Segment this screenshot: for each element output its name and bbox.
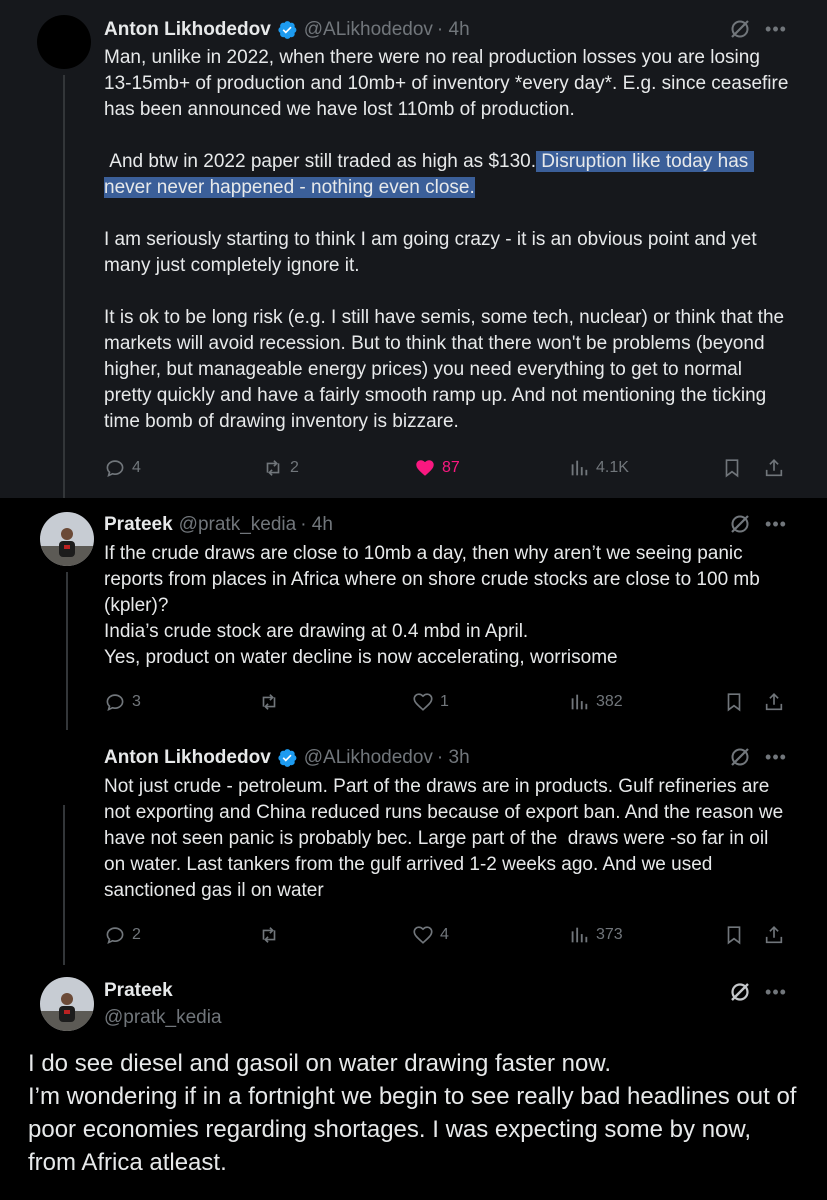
verified-badge-icon xyxy=(278,21,297,39)
reply-count: 2 xyxy=(132,926,141,943)
like-count: 1 xyxy=(440,693,449,710)
heart-icon xyxy=(416,460,434,476)
bookmark-button[interactable] xyxy=(721,454,743,482)
share-icon xyxy=(765,693,783,711)
tweet-header: Anton Likhodedov @ALikhodedov · 3h ••• xyxy=(104,746,787,770)
reply-icon xyxy=(106,460,124,477)
views-icon xyxy=(571,927,588,943)
more-icon[interactable]: ••• xyxy=(765,513,787,535)
bookmark-icon xyxy=(727,693,741,712)
share-button[interactable] xyxy=(763,454,785,482)
like-button[interactable]: 1 xyxy=(412,688,449,716)
avatar[interactable] xyxy=(37,745,91,799)
main-author-handle[interactable]: @pratk_kedia xyxy=(104,1006,222,1030)
share-button[interactable] xyxy=(763,921,785,949)
thread-line xyxy=(66,572,68,730)
timestamp[interactable]: · 3h xyxy=(437,746,470,770)
reply-icon xyxy=(106,694,124,711)
tweet-text: Not just crude - petroleum. Part of the … xyxy=(104,776,789,901)
bookmark-icon xyxy=(725,459,739,478)
more-icon[interactable]: ••• xyxy=(765,18,787,40)
repost-icon xyxy=(262,927,276,943)
like-count: 4 xyxy=(440,926,449,943)
reply-count: 3 xyxy=(132,693,141,710)
views-count: 4.1K xyxy=(596,459,629,476)
like-count: 87 xyxy=(442,459,460,476)
avatar[interactable] xyxy=(40,977,94,1031)
main-tweet-text: I do see diesel and gasoil on water draw… xyxy=(28,1050,797,1176)
like-button[interactable]: 87 xyxy=(414,454,460,482)
tweet-header: Prateek @pratk_kedia · 4h ••• xyxy=(104,513,787,537)
author-name[interactable]: Prateek xyxy=(104,513,173,537)
grok-icon[interactable] xyxy=(729,981,751,1003)
tweet-text: If the crude draws are close to 10mb a d… xyxy=(104,543,760,668)
share-button[interactable] xyxy=(763,688,785,716)
repost-icon xyxy=(266,460,280,476)
repost-button[interactable] xyxy=(258,688,280,716)
author-handle[interactable]: @pratk_kedia xyxy=(179,513,297,537)
action-bar: 4 2 87 4.1K xyxy=(104,454,787,482)
author-name[interactable]: Anton Likhodedov xyxy=(104,18,271,42)
thread-line xyxy=(63,75,65,498)
tweet-header: Anton Likhodedov @ALikhodedov · 4h ••• xyxy=(104,18,787,42)
timestamp[interactable]: · 4h xyxy=(300,513,333,537)
tweet-anton-1[interactable]: Anton Likhodedov @ALikhodedov · 4h ••• M… xyxy=(0,0,827,498)
views-button[interactable]: 382 xyxy=(568,688,623,716)
bookmark-button[interactable] xyxy=(723,688,745,716)
reply-count: 4 xyxy=(132,459,141,476)
grok-icon[interactable] xyxy=(729,18,751,40)
more-icon[interactable]: ••• xyxy=(765,981,787,1003)
reply-button[interactable]: 3 xyxy=(104,688,141,716)
verified-badge-icon xyxy=(278,749,297,767)
reply-button[interactable]: 2 xyxy=(104,921,141,949)
tweet-prateek-1[interactable]: Prateek @pratk_kedia · 4h ••• If the cru… xyxy=(0,498,827,730)
author-name[interactable]: Anton Likhodedov xyxy=(104,746,271,770)
grok-icon[interactable] xyxy=(729,513,751,535)
repost-button[interactable] xyxy=(258,921,280,949)
bookmark-icon xyxy=(727,926,741,945)
heart-icon xyxy=(413,926,433,944)
bookmark-button[interactable] xyxy=(723,921,745,949)
author-handle[interactable]: @ALikhodedov xyxy=(304,18,433,42)
views-button[interactable]: 4.1K xyxy=(568,454,629,482)
heart-icon xyxy=(413,693,433,711)
thread-line xyxy=(63,805,65,965)
avatar[interactable] xyxy=(37,15,91,69)
views-icon xyxy=(571,694,588,710)
avatar[interactable] xyxy=(40,512,94,566)
share-icon xyxy=(765,459,783,477)
tweet-text: Man, unlike in 2022, when there were no … xyxy=(104,45,791,435)
repost-count: 2 xyxy=(290,459,299,476)
views-count: 373 xyxy=(596,926,623,943)
grok-icon[interactable] xyxy=(729,746,751,768)
reply-icon xyxy=(106,927,124,944)
views-icon xyxy=(571,460,588,476)
tweet-text-part: I am seriously starting to think I am go… xyxy=(104,229,785,432)
repost-icon xyxy=(262,694,276,710)
like-button[interactable]: 4 xyxy=(412,921,449,949)
views-button[interactable]: 373 xyxy=(568,921,623,949)
timestamp[interactable]: · 4h xyxy=(437,18,470,42)
main-author-name[interactable]: Prateek xyxy=(104,979,173,1003)
more-icon[interactable]: ••• xyxy=(765,746,787,768)
share-icon xyxy=(765,926,783,944)
reply-button[interactable]: 4 xyxy=(104,454,141,482)
tweet-anton-2[interactable]: Anton Likhodedov @ALikhodedov · 3h ••• N… xyxy=(0,730,827,965)
author-handle[interactable]: @ALikhodedov xyxy=(304,746,433,770)
action-bar: 2 4 373 xyxy=(104,921,787,949)
views-count: 382 xyxy=(596,693,623,710)
repost-button[interactable]: 2 xyxy=(262,454,299,482)
action-bar: 3 1 382 xyxy=(104,688,787,716)
main-header-icons: ••• xyxy=(729,981,787,1003)
